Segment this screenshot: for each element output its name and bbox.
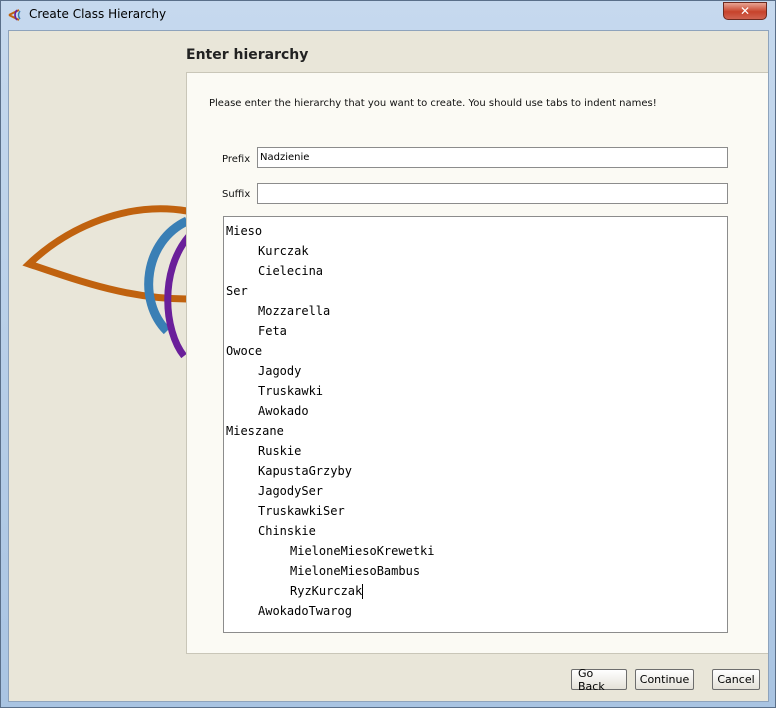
hierarchy-text-area[interactable]: Mieso Kurczak Cielecina Ser Mozzarella Feta Ow… — [223, 216, 728, 633]
hierarchy-line: Ruskie — [226, 441, 727, 461]
hierarchy-line-text: KapustaGrzyby — [258, 464, 352, 478]
go-back-button[interactable]: Go Back — [571, 667, 627, 693]
hierarchy-panel: Please enter the hierarchy that you want… — [186, 72, 768, 654]
hierarchy-line-text: Kurczak — [258, 244, 309, 258]
protege-logo-icon — [8, 9, 21, 21]
prefix-label: Prefix — [222, 154, 251, 165]
hierarchy-line: Mieso — [226, 221, 727, 241]
hierarchy-line-text: AwokadoTwarog — [258, 604, 352, 618]
close-icon: ✕ — [739, 4, 751, 18]
hierarchy-line: Ser — [226, 281, 727, 301]
hierarchy-line: Feta — [226, 321, 727, 341]
text-caret — [362, 584, 364, 599]
hierarchy-line: AwokadoTwarog — [226, 601, 727, 621]
client-area: Enter hierarchy Please enter the hierarc… — [8, 30, 769, 702]
hierarchy-line-text: Truskawki — [258, 384, 324, 398]
window-title: Create Class Hierarchy — [29, 7, 167, 21]
suffix-input[interactable] — [257, 183, 728, 204]
title-bar[interactable]: Create Class Hierarchy ✕ — [1, 1, 775, 29]
hierarchy-line-text: Chinskie — [258, 524, 316, 538]
hierarchy-line-text: MieloneMiesoBambus — [290, 564, 421, 578]
hierarchy-line: MieloneMiesoKrewetki — [226, 541, 727, 561]
hierarchy-line-text: RyzKurczak — [290, 584, 363, 598]
hierarchy-line-text: Mozzarella — [258, 304, 331, 318]
hierarchy-line: Jagody — [226, 361, 727, 381]
hierarchy-line-text: Jagody — [258, 364, 302, 378]
hierarchy-line-text: Ruskie — [258, 444, 302, 458]
hierarchy-line: Awokado — [226, 401, 727, 421]
hierarchy-line: Owoce — [226, 341, 727, 361]
hierarchy-line-text: Mieszane — [226, 424, 284, 438]
hierarchy-line: MieloneMiesoBambus — [226, 561, 727, 581]
hierarchy-line-text: Cielecina — [258, 264, 324, 278]
instruction-text: Please enter the hierarchy that you want… — [209, 98, 657, 109]
hierarchy-line-text: Feta — [258, 324, 287, 338]
hierarchy-line-text: MieloneMiesoKrewetki — [290, 544, 435, 558]
hierarchy-line: Cielecina — [226, 261, 727, 281]
hierarchy-line: Truskawki — [226, 381, 727, 401]
hierarchy-line-text: JagodySer — [258, 484, 324, 498]
close-button[interactable]: ✕ — [723, 2, 767, 20]
hierarchy-line: Mieszane — [226, 421, 727, 441]
hierarchy-line: Kurczak — [226, 241, 727, 261]
hierarchy-line: Mozzarella — [226, 301, 727, 321]
hierarchy-line: JagodySer — [226, 481, 727, 501]
hierarchy-line: KapustaGrzyby — [226, 461, 727, 481]
continue-button[interactable]: Continue — [635, 669, 694, 690]
cancel-button[interactable]: Cancel — [712, 669, 760, 690]
hierarchy-line-text: Owoce — [226, 344, 263, 358]
hierarchy-line-text: TruskawkiSer — [258, 504, 345, 518]
hierarchy-line-text: Awokado — [258, 404, 309, 418]
hierarchy-line-text: Ser — [226, 284, 248, 298]
page-title: Enter hierarchy — [186, 47, 309, 63]
hierarchy-line: TruskawkiSer — [226, 501, 727, 521]
suffix-label: Suffix — [222, 189, 251, 200]
hierarchy-line: RyzKurczak — [226, 581, 727, 601]
hierarchy-line: Chinskie — [226, 521, 727, 541]
prefix-input[interactable]: Nadzienie — [257, 147, 728, 168]
hierarchy-line-text: Mieso — [226, 224, 263, 238]
dialog-window: Create Class Hierarchy ✕ Enter hierarchy… — [0, 0, 776, 708]
